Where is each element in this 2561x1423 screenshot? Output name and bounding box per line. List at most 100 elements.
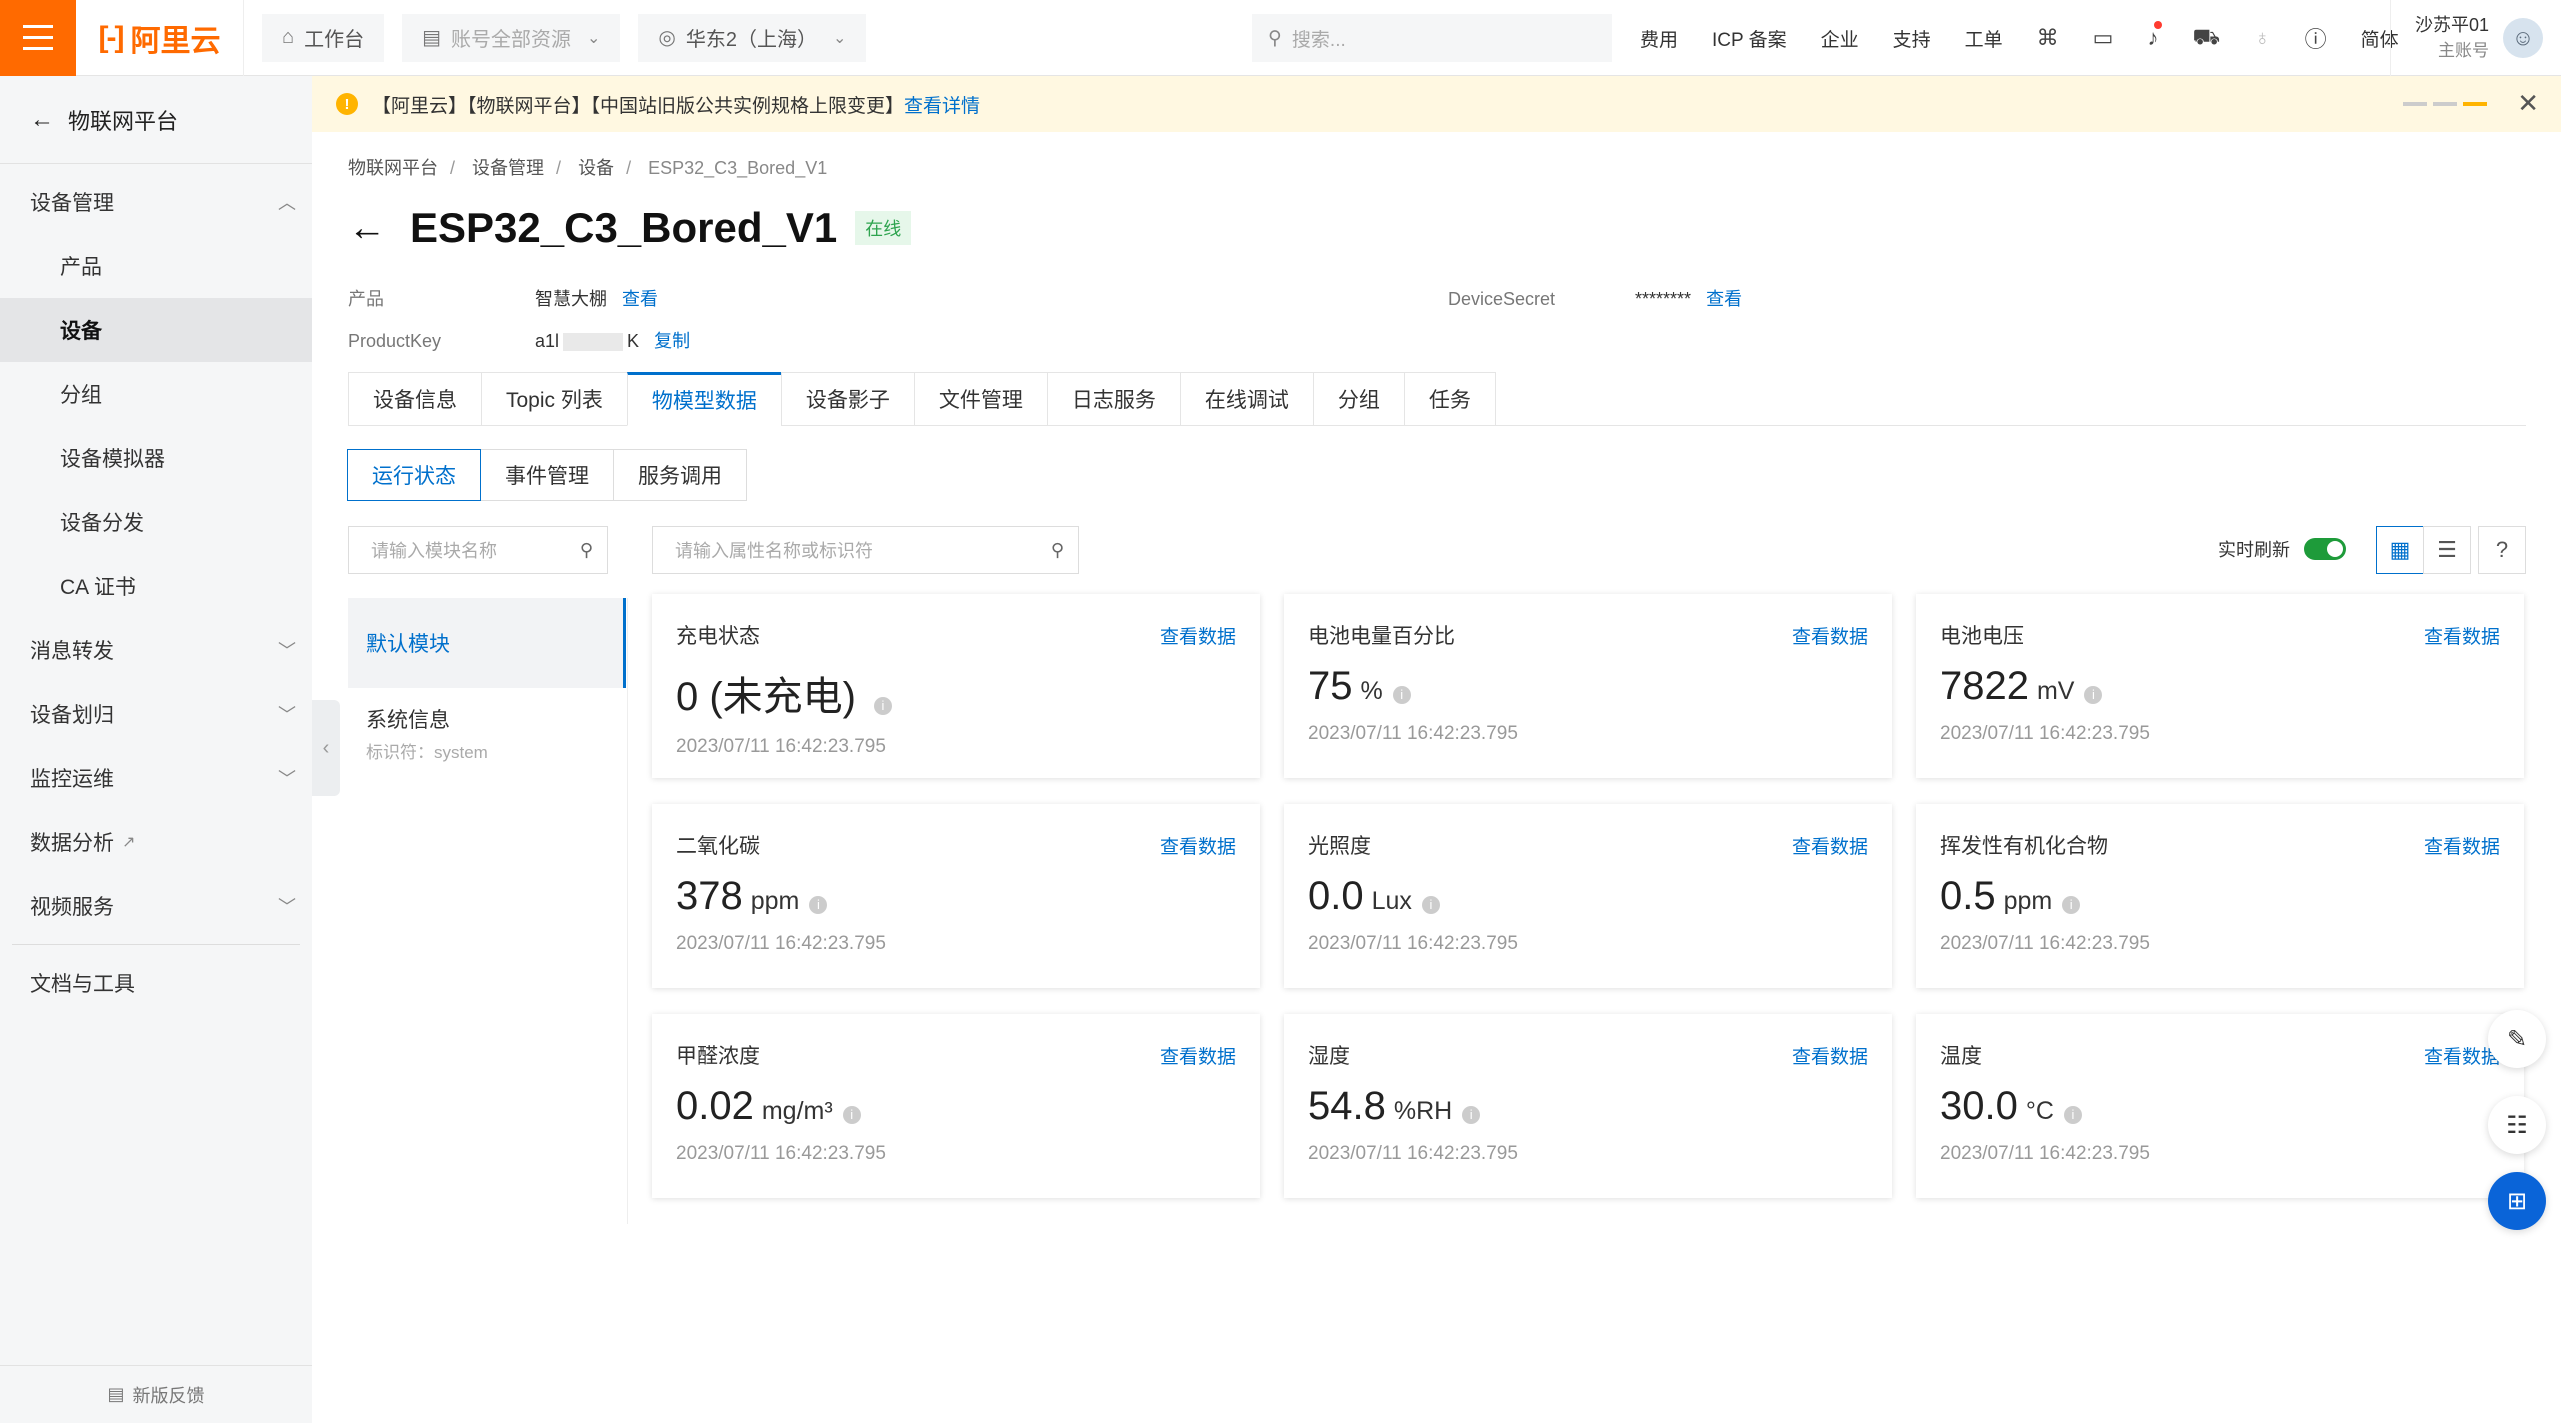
tab-task[interactable]: 任务 [1403, 372, 1496, 426]
edit-icon[interactable]: ✎ [2488, 1010, 2546, 1068]
info-icon[interactable]: i [2062, 896, 2081, 914]
sidebar-item-distribution[interactable]: 设备分发 [0, 490, 312, 554]
info-icon[interactable]: i [1462, 1106, 1481, 1124]
sidebar-item-product[interactable]: 产品 [0, 234, 312, 298]
tab-device-info[interactable]: 设备信息 [348, 372, 481, 426]
user-menu[interactable]: 沙苏平01 主账号 ☺ [2390, 0, 2561, 76]
property-value: 30.0 [1940, 1084, 2018, 1128]
tab-group[interactable]: 分组 [1312, 372, 1404, 426]
info-icon[interactable]: i [809, 896, 828, 914]
list-view-icon[interactable]: ☰ [2423, 526, 2471, 574]
location-icon: ◎ [658, 27, 676, 49]
breadcrumb-item[interactable]: 设备 [578, 158, 614, 178]
sidebar-back-button[interactable]: ← 物联网平台 [0, 76, 312, 164]
info-icon[interactable]: i [2063, 1106, 2082, 1124]
property-unit: °C [2025, 1097, 2054, 1125]
breadcrumb-item[interactable]: 物联网平台 [348, 158, 438, 178]
view-data-link[interactable]: 查看数据 [2424, 622, 2500, 649]
lightbulb-icon[interactable]: ♁ [2254, 25, 2271, 51]
module-item-default[interactable]: 默认模块 [348, 598, 626, 688]
module-list: 默认模块 系统信息 标识符：system [348, 598, 626, 778]
sidebar-item-label: 数据分析 [30, 832, 114, 855]
copy-link[interactable]: 复制 [654, 331, 690, 351]
sidebar-item-monitoring[interactable]: 监控运维 ﹀ [0, 746, 312, 810]
arrow-left-icon[interactable]: ← [348, 207, 386, 250]
chevron-down-icon: ﹀ [278, 897, 296, 917]
module-item-system[interactable]: 系统信息 标识符：system [348, 688, 626, 778]
secret-view-link[interactable]: 查看 [1706, 289, 1742, 309]
aliyun-logo[interactable]: [-] 阿里云 [76, 0, 244, 76]
chat-icon[interactable]: ☷ [2488, 1096, 2546, 1154]
feedback-label: 新版反馈 [132, 1385, 205, 1406]
tab-log-service[interactable]: 日志服务 [1046, 372, 1180, 426]
info-icon[interactable]: i [1392, 686, 1411, 704]
sidebar-item-label: 产品 [60, 256, 102, 279]
sidebar-item-simulator[interactable]: 设备模拟器 [0, 426, 312, 490]
apps-icon[interactable]: ⊞ [2488, 1172, 2546, 1230]
sidebar-item-device-management[interactable]: 设备管理 ︿ [0, 170, 312, 234]
view-data-link[interactable]: 查看数据 [1792, 832, 1868, 859]
workbench-button[interactable]: ⌂ 工作台 [262, 13, 385, 62]
close-icon[interactable]: ✕ [2517, 88, 2539, 119]
breadcrumb-item[interactable]: 设备管理 [472, 158, 544, 178]
sidebar-item-label: 设备分发 [60, 512, 144, 535]
subtab-service-invoke[interactable]: 服务调用 [613, 449, 747, 501]
module-search-input[interactable]: 请输入模块名称 ⚲ [348, 526, 608, 574]
grid-view-icon[interactable]: ▦ [2376, 526, 2424, 574]
property-card: 电池电压 查看数据 7822 mV i 2023/07/11 16:42:23.79… [1916, 594, 2524, 778]
tab-thing-model-data[interactable]: 物模型数据 [626, 372, 781, 426]
global-search-input[interactable]: ⚲ 搜索... [1252, 14, 1612, 62]
notice-link[interactable]: 查看详情 [904, 91, 980, 118]
info-icon[interactable]: i [2084, 686, 2103, 704]
tab-online-debug[interactable]: 在线调试 [1179, 372, 1313, 426]
subtab-running-status[interactable]: 运行状态 [347, 449, 481, 501]
cloud-shell-icon[interactable]: ⌘ [2037, 25, 2059, 51]
tab-device-shadow[interactable]: 设备影子 [780, 372, 914, 426]
property-card: 甲醛浓度 查看数据 0.02 mg/m³ i 2023/07/11 16:42:23… [652, 1014, 1260, 1198]
view-data-link[interactable]: 查看数据 [1160, 832, 1236, 859]
info-icon[interactable]: i [842, 1106, 861, 1124]
sidebar-collapse-handle[interactable]: ‹ [312, 700, 340, 796]
top-link-ticket[interactable]: 工单 [1965, 25, 2003, 52]
terminal-icon[interactable]: ▭ [2093, 25, 2114, 51]
sidebar-item-label: 文档与工具 [30, 973, 135, 996]
realtime-toggle[interactable] [2304, 538, 2346, 560]
bell-icon[interactable]: ♪ [2147, 21, 2163, 51]
view-data-link[interactable]: 查看数据 [1792, 1042, 1868, 1069]
aliyun-logo-mark: [-] [98, 20, 125, 54]
help-icon[interactable]: ? [2478, 526, 2526, 574]
top-link-icp[interactable]: ICP 备案 [1712, 25, 1787, 52]
product-view-link[interactable]: 查看 [622, 289, 658, 309]
view-data-link[interactable]: 查看数据 [2424, 832, 2500, 859]
notice-pager[interactable] [2397, 102, 2487, 106]
help-icon[interactable]: ⓘ [2305, 22, 2327, 54]
sidebar-item-video[interactable]: 视频服务 ﹀ [0, 874, 312, 938]
sidebar-item-docs-tools[interactable]: 文档与工具 [0, 951, 312, 1015]
info-icon[interactable]: i [1421, 896, 1440, 914]
property-search-input[interactable]: 请输入属性名称或标识符 ⚲ [652, 526, 1079, 574]
sidebar-item-device[interactable]: 设备 [0, 298, 312, 362]
view-data-link[interactable]: 查看数据 [1160, 622, 1236, 649]
sidebar-item-label: 设备管理 [30, 192, 114, 215]
sidebar-item-data-analysis[interactable]: 数据分析 ↗ [0, 810, 312, 874]
top-link-support[interactable]: 支持 [1893, 25, 1931, 52]
view-data-link[interactable]: 查看数据 [1792, 622, 1868, 649]
top-link-enterprise[interactable]: 企业 [1821, 25, 1859, 52]
property-timestamp: 2023/07/11 16:42:23.795 [1308, 933, 1518, 954]
sidebar-item-device-assignment[interactable]: 设备划归 ﹀ [0, 682, 312, 746]
cart-icon[interactable]: ⛟ [2192, 24, 2220, 53]
top-link-fees[interactable]: 费用 [1640, 25, 1678, 52]
menu-icon[interactable] [0, 0, 76, 76]
region-selector[interactable]: ◎ 华东2（上海） ⌄ [638, 13, 867, 62]
info-icon[interactable]: i [874, 697, 892, 715]
sidebar-item-ca-cert[interactable]: CA 证书 [0, 554, 312, 618]
feedback-button[interactable]: ▤ 新版反馈 [0, 1365, 312, 1423]
tab-file-management[interactable]: 文件管理 [913, 372, 1047, 426]
subtab-event-management[interactable]: 事件管理 [480, 449, 614, 501]
sidebar-item-group[interactable]: 分组 [0, 362, 312, 426]
notice-text: 【阿里云】【物联网平台】【中国站旧版公共实例规格上限变更】 [372, 95, 905, 117]
view-data-link[interactable]: 查看数据 [1160, 1042, 1236, 1069]
tab-topic-list[interactable]: Topic 列表 [481, 372, 627, 426]
resource-selector[interactable]: ▤ 账号全部资源 ⌄ [402, 13, 621, 62]
sidebar-item-message-forwarding[interactable]: 消息转发 ﹀ [0, 618, 312, 682]
